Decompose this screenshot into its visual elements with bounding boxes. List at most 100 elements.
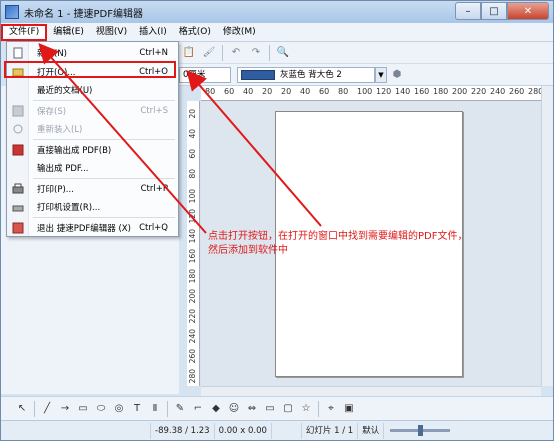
ruler-tick-label: 260 [509,87,525,96]
menu-item-label: 重新装入(L) [37,125,83,135]
menu-item-label: 新建(N) [37,49,67,59]
ruler-tick-label: 80 [188,169,197,179]
toolbar-separator [269,44,270,61]
flowchart-icon[interactable]: ▭ [263,402,277,416]
fill-color-label: 灰蓝色 背大色 2 [280,69,342,80]
menu-item-print[interactable]: 打印(P)... Ctrl+P [7,180,180,198]
ruler-tick-label: 180 [433,87,449,96]
menu-item-printer-settings[interactable]: 打印机设置(R)... [7,198,180,216]
menu-item-label: 输出成 PDF... [37,164,89,174]
ruler-tick-label: 160 [188,249,197,264]
ruler-tick-label: 20 [262,87,273,96]
line-tool-icon[interactable]: ╱ [40,402,54,416]
menu-item-export-pdf[interactable]: 输出成 PDF... [7,159,180,177]
undo-icon[interactable]: ↶ [229,46,243,60]
menu-item-new[interactable]: 新建(N) Ctrl+N [7,44,180,62]
fill-color-swatch [241,69,275,80]
format-paintbrush-icon[interactable]: 🖌 [202,46,216,60]
ruler-tick-label: 280 [528,87,541,96]
points-edit-icon[interactable]: ⌖ [324,402,338,416]
menu-item-label: 打印(P)... [37,185,74,195]
standard-toolbar: 📋 🖌 ↶ ↷ 🔍 [179,42,553,64]
fill-color-select[interactable]: 灰蓝色 背大色 2 [237,66,375,83]
ruler-tick-label: 80 [205,87,216,96]
ruler-tick-label: 220 [471,87,487,96]
line-width-field[interactable]: 0厘米 [179,66,231,83]
menu-item-label: 保存(S) [37,107,67,117]
zoom-icon[interactable]: 🔍 [276,46,290,60]
block-arrows-icon[interactable]: ⇔ [245,402,259,416]
window-title: 未命名 1 - 捷速PDF编辑器 [24,8,143,20]
menu-item-shortcut: Ctrl+P [140,184,168,194]
window-controls: – □ ✕ [455,2,549,20]
menu-item-reload[interactable]: 重新装入(L) [7,120,180,138]
shadow-icon[interactable]: ⬢ [390,68,404,82]
app-window: 未命名 1 - 捷速PDF编辑器 – □ ✕ 文件(F) 编辑(E) 视图(V)… [0,0,554,441]
menu-item-shortcut: Ctrl+S [140,106,168,116]
arrow-line-icon[interactable]: → [58,402,72,416]
annotation-line-2: 然后添加到软件中 [208,245,288,256]
curve-tool-icon[interactable]: ◎ [112,402,126,416]
minimize-button[interactable]: – [455,2,481,20]
layout-name: 默认 [358,422,385,439]
horizontal-scrollbar[interactable] [201,386,541,396]
freeform-tool-icon[interactable]: ✎ [173,402,187,416]
menu-item-shortcut: Ctrl+N [139,48,168,58]
select-arrow-icon[interactable]: ↖ [15,402,29,416]
redo-icon[interactable]: ↷ [249,46,263,60]
menu-item-recent[interactable]: 最近的文档(U) [7,81,180,99]
ruler-tick-label: 20 [188,109,197,119]
ruler-tick-label: 120 [188,209,197,224]
menu-item-shortcut: Ctrl+Q [139,223,168,233]
symbol-shapes-icon[interactable]: ☺ [227,402,241,416]
menu-insert[interactable]: 插入(I) [133,24,173,41]
title-bar: 未命名 1 - 捷速PDF编辑器 – □ ✕ [1,1,553,23]
menu-bar: 文件(F) 编辑(E) 视图(V) 插入(I) 格式(O) 修改(M) [1,23,553,42]
ruler-tick-label: 40 [300,87,311,96]
app-logo-icon [5,5,19,19]
annotation-text: 点击打开按钮，在打开的窗口中找到需要编辑的PDF文件， 然后添加到软件中 [208,230,548,258]
ruler-tick-label: 160 [414,87,430,96]
line-fill-toolbar: 0厘米 灰蓝色 背大色 2 ▼ ⬢ [179,64,553,86]
status-spacer [272,422,302,439]
ruler-tick-label: 260 [188,349,197,364]
callout-icon[interactable]: ▢ [281,402,295,416]
ellipse-tool-icon[interactable]: ⬭ [94,402,108,416]
print-icon [12,183,24,195]
paste-icon[interactable]: 📋 [182,46,196,60]
rectangle-tool-icon[interactable]: ▭ [76,402,90,416]
ruler-tick-label: 60 [224,87,235,96]
status-bar: -89.38 / 1.23 0.00 x 0.00 幻灯片 1 / 1 默认 [1,420,553,440]
maximize-button[interactable]: □ [481,2,507,20]
ruler-tick-label: 60 [319,87,330,96]
menu-modify[interactable]: 修改(M) [217,24,262,41]
chevron-down-icon[interactable]: ▼ [375,66,387,83]
menu-item-export-pdf-direct[interactable]: 直接输出成 PDF(B) [7,141,180,159]
menu-item-label: 最近的文档(U) [37,86,93,96]
menu-view[interactable]: 视图(V) [90,24,133,41]
menu-file[interactable]: 文件(F) [1,23,48,41]
image-insert-icon[interactable]: ▣ [342,402,356,416]
menu-separator [33,139,175,140]
annotation-line-1: 点击打开按钮，在打开的窗口中找到需要编辑的PDF文件， [208,231,468,242]
vertical-text-icon[interactable]: Ⅱ [148,402,162,416]
menu-edit[interactable]: 编辑(E) [47,24,90,41]
ruler-tick-label: 60 [188,149,197,159]
ruler-tick-label: 140 [395,87,411,96]
basic-shapes-icon[interactable]: ◆ [209,402,223,416]
stars-icon[interactable]: ☆ [299,402,313,416]
vertical-ruler: 20 40 60 80 100 120 140 160 180 200 220 240 260 280 [187,101,200,386]
zoom-slider[interactable] [390,425,451,436]
ruler-tick-label: 120 [376,87,392,96]
menu-item-exit[interactable]: 退出 捷速PDF编辑器 (X) Ctrl+Q [7,219,180,237]
connector-tool-icon[interactable]: ⌐ [191,402,205,416]
cursor-position: -89.38 / 1.23 [151,422,215,439]
menu-item-save[interactable]: 保存(S) Ctrl+S [7,102,180,120]
text-tool-icon[interactable]: T [130,402,144,416]
close-button[interactable]: ✕ [507,2,549,20]
ruler-tick-label: 240 [188,329,197,344]
ruler-tick-label: 40 [188,129,197,139]
zoom-slider-knob[interactable] [418,425,424,436]
reload-icon [12,123,24,135]
menu-format[interactable]: 格式(O) [173,24,217,41]
